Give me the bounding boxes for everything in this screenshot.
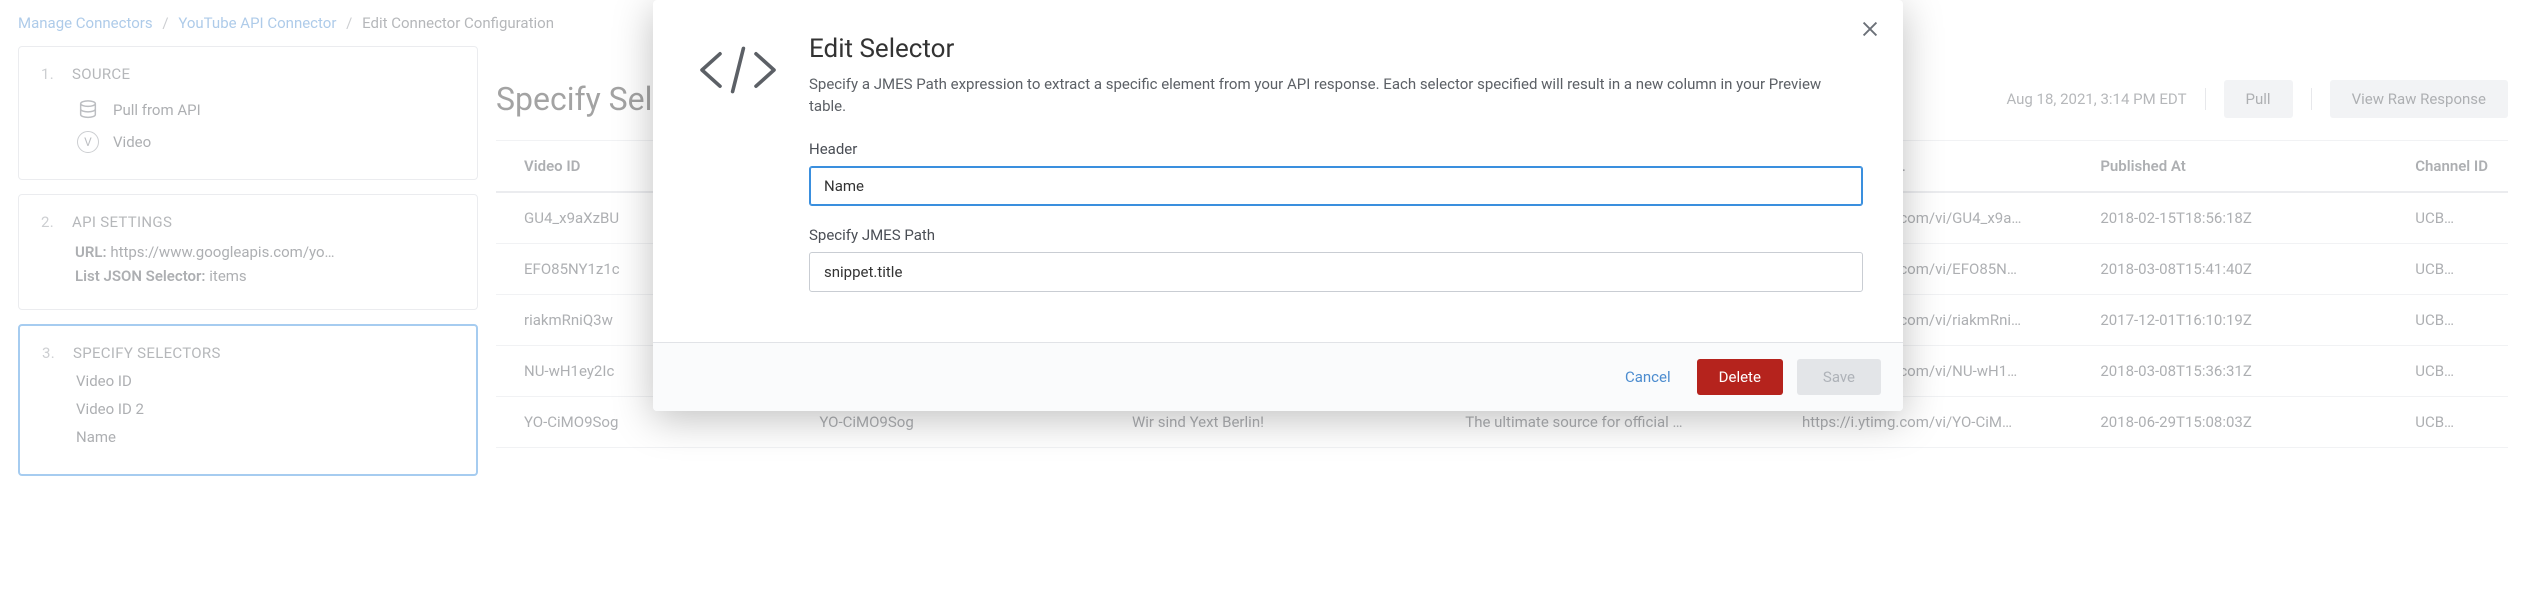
jmes-path-input[interactable] [809, 252, 1863, 292]
code-brackets-icon [693, 40, 783, 312]
cancel-button[interactable]: Cancel [1613, 360, 1683, 394]
modal-description: Specify a JMES Path expression to extrac… [809, 74, 1849, 118]
modal-title: Edit Selector [809, 34, 1863, 64]
save-button[interactable]: Save [1797, 359, 1881, 395]
header-input[interactable] [809, 166, 1863, 206]
edit-selector-modal: Edit Selector Specify a JMES Path expres… [653, 0, 1903, 411]
delete-button[interactable]: Delete [1697, 359, 1783, 395]
jmes-path-label: Specify JMES Path [809, 226, 1863, 244]
header-label: Header [809, 140, 1863, 158]
close-icon[interactable] [1859, 18, 1881, 44]
